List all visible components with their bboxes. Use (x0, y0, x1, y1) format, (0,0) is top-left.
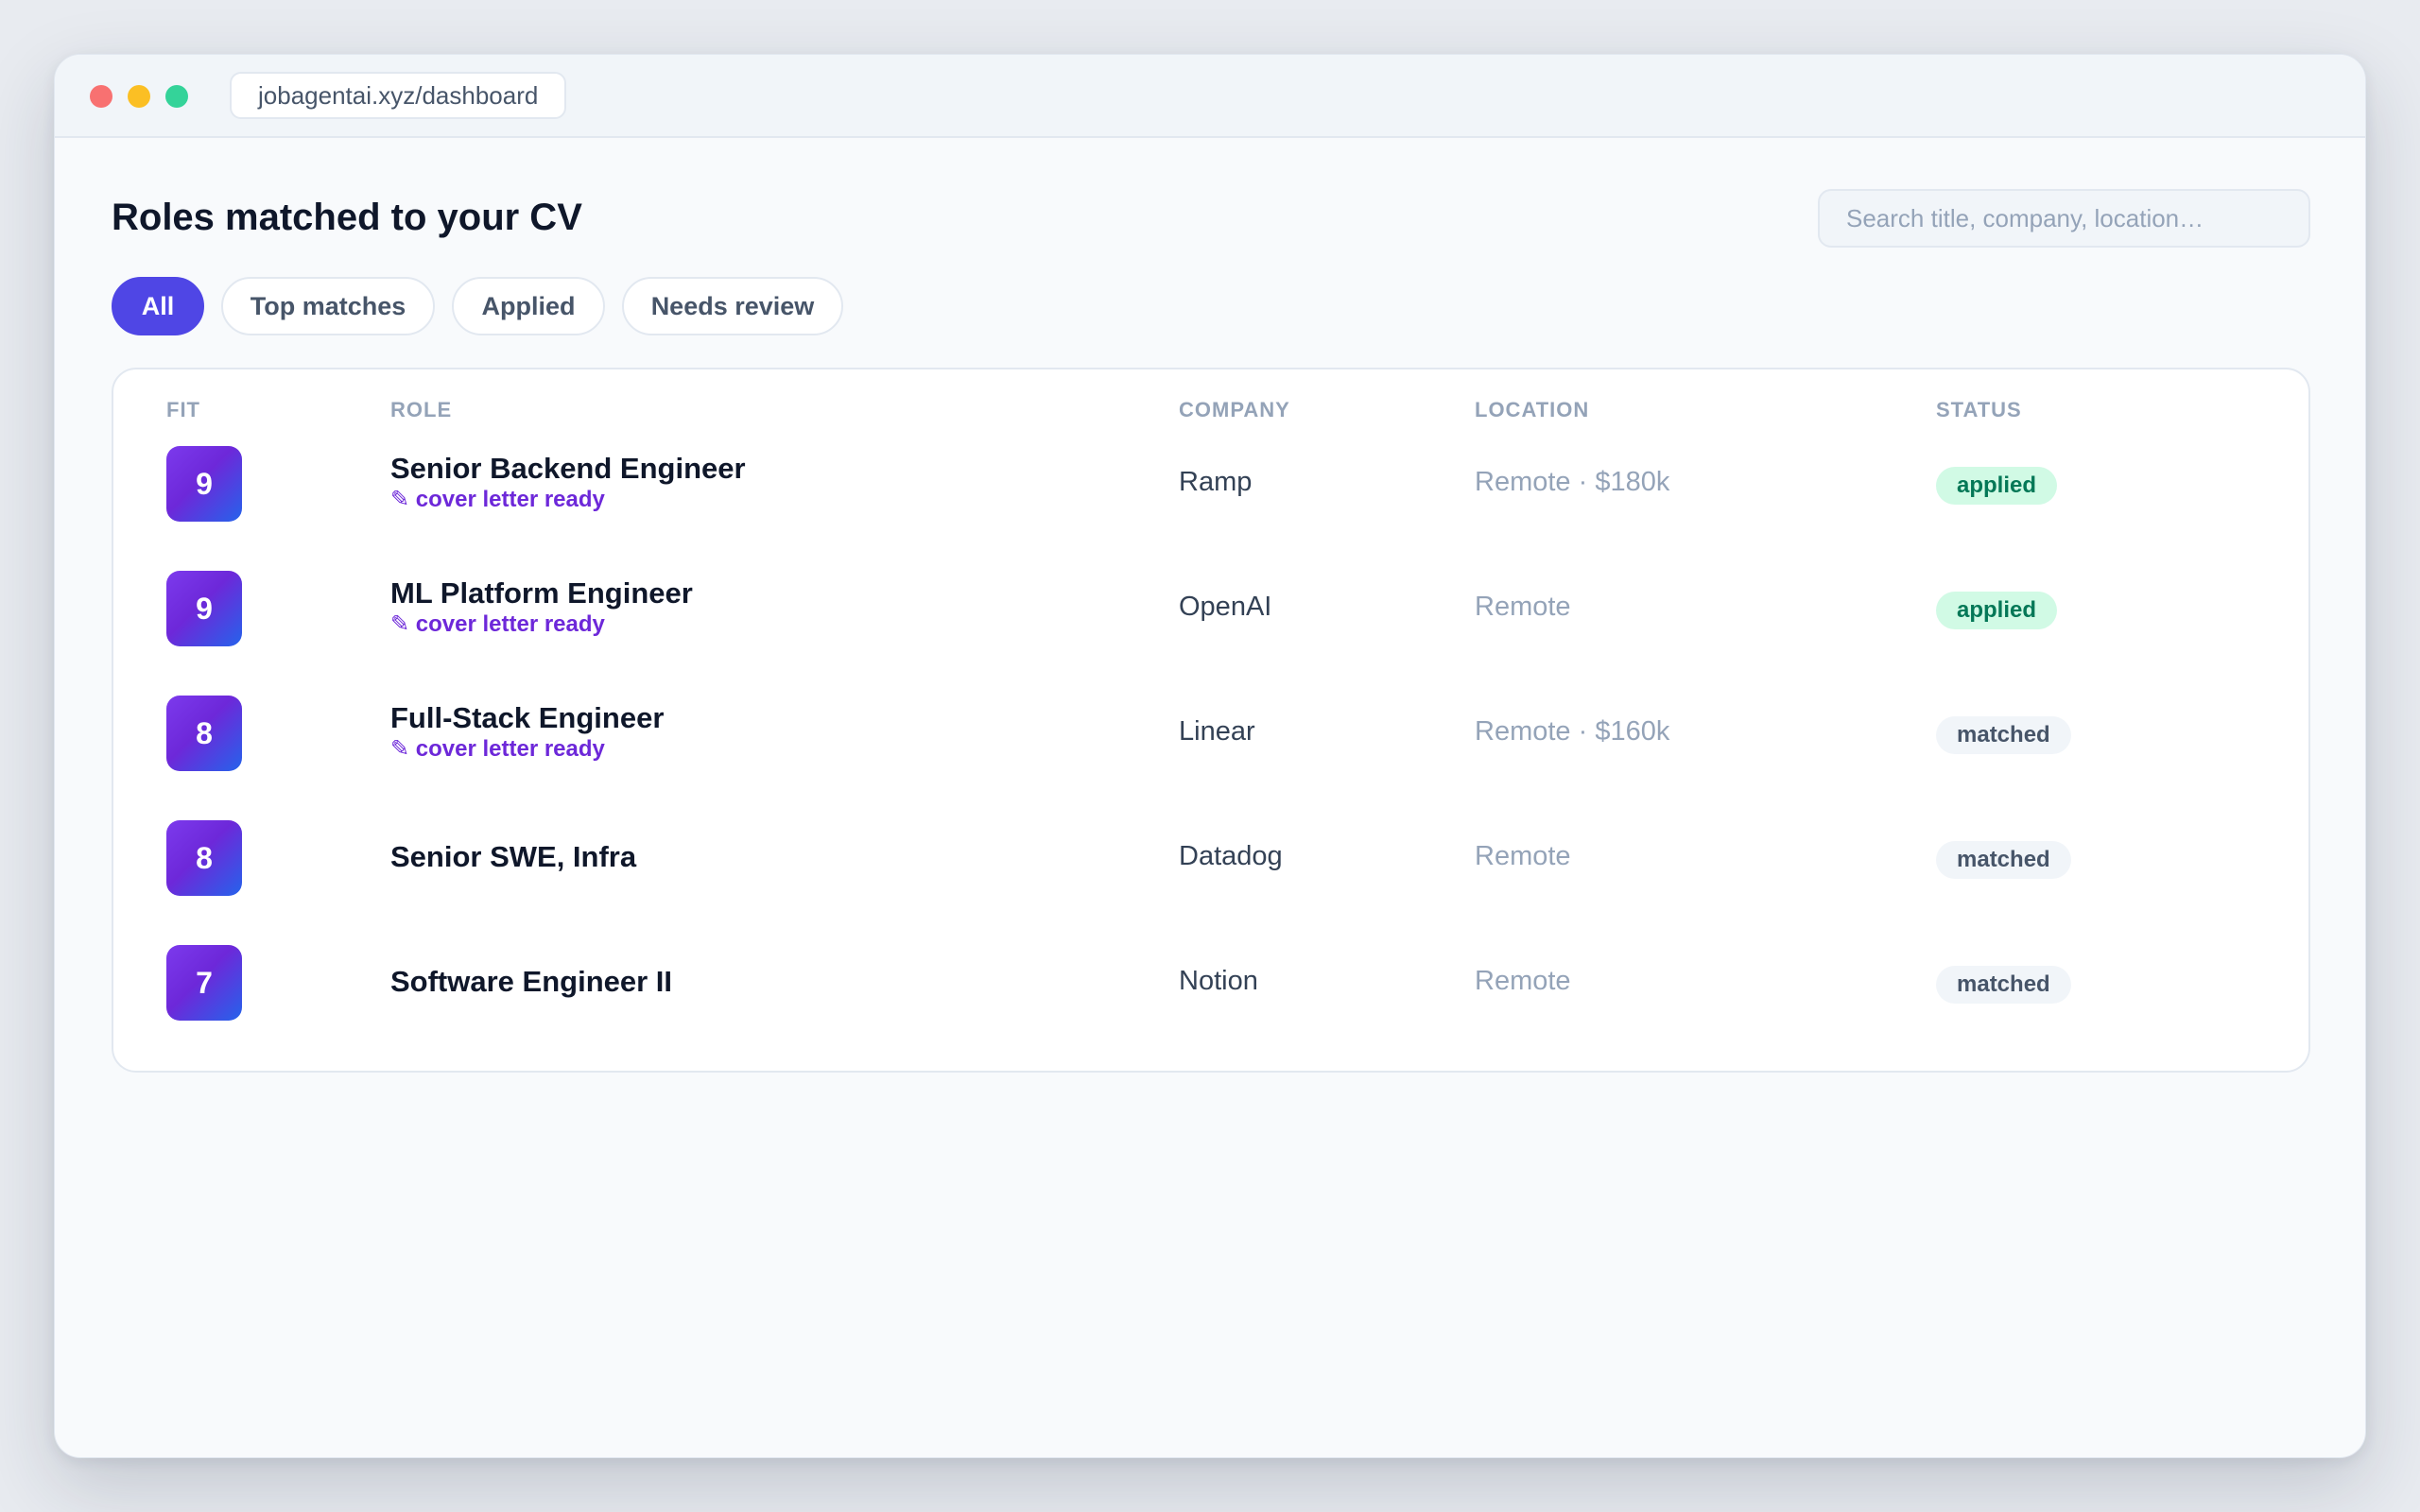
filter-chip-all[interactable]: All (112, 277, 204, 335)
company-name: OpenAI (1179, 592, 1272, 622)
company-name: Ramp (1179, 467, 1253, 497)
table-row[interactable]: 9 Senior Backend Engineer ✎ cover letter… (113, 421, 2308, 546)
title-bar: jobagentai.xyz/dashboard (55, 55, 2365, 138)
role-title[interactable]: ML Platform Engineer (390, 576, 693, 610)
role-title[interactable]: Senior Backend Engineer (390, 452, 746, 486)
minimize-window-button[interactable] (128, 85, 150, 108)
column-header-company: COMPANY (1179, 398, 1290, 421)
status-badge: matched (1936, 716, 2071, 754)
close-window-button[interactable] (90, 85, 112, 108)
role-title[interactable]: Full-Stack Engineer (390, 701, 664, 735)
browser-window: jobagentai.xyz/dashboard Roles matched t… (54, 54, 2366, 1458)
maximize-window-button[interactable] (165, 85, 188, 108)
location-text: Remote (1475, 966, 1571, 996)
column-header-role: ROLE (390, 398, 453, 421)
filter-chip-needs-review[interactable]: Needs review (622, 277, 843, 335)
column-header-status: STATUS (1936, 398, 2022, 421)
table-row[interactable]: 9 ML Platform Engineer ✎ cover letter re… (113, 546, 2308, 671)
status-badge: matched (1936, 966, 2071, 1004)
fit-score-badge: 9 (166, 446, 242, 522)
cover-letter-note: ✎ cover letter ready (390, 487, 605, 512)
cover-letter-note: ✎ cover letter ready (390, 736, 605, 762)
fit-score-badge: 8 (166, 820, 242, 896)
company-name: Notion (1179, 966, 1258, 996)
address-bar[interactable]: jobagentai.xyz/dashboard (230, 72, 567, 119)
table-row[interactable]: 8 Full-Stack Engineer ✎ cover letter rea… (113, 671, 2308, 796)
page-title: Roles matched to your CV (112, 197, 582, 238)
location-text: Remote (1475, 841, 1571, 871)
column-header-location: LOCATION (1475, 398, 1590, 421)
status-badge: matched (1936, 841, 2071, 879)
company-name: Linear (1179, 716, 1255, 747)
location-text: Remote (1475, 592, 1571, 622)
fit-score-badge: 8 (166, 696, 242, 771)
role-title[interactable]: Software Engineer II (390, 965, 672, 999)
location-text: Remote · $180k (1475, 467, 1670, 497)
cover-letter-note: ✎ cover letter ready (390, 611, 605, 637)
role-title[interactable]: Senior SWE, Infra (390, 840, 636, 874)
fit-score-badge: 9 (166, 571, 242, 646)
search-input[interactable] (1818, 189, 2310, 248)
status-badge: applied (1936, 467, 2058, 505)
status-badge: applied (1936, 592, 2058, 629)
table-row[interactable]: 8 Senior SWE, Infra Datadog Remote match… (113, 796, 2308, 920)
fit-score-badge: 7 (166, 945, 242, 1021)
filter-chip-top-matches[interactable]: Top matches (221, 277, 435, 335)
location-text: Remote · $160k (1475, 716, 1670, 747)
company-name: Datadog (1179, 841, 1283, 871)
roles-table: FIT ROLE COMPANY LOCATION STATUS 9 Senio… (112, 368, 2310, 1073)
column-header-fit: FIT (166, 398, 200, 421)
filter-chip-applied[interactable]: Applied (452, 277, 605, 335)
table-row[interactable]: 7 Software Engineer II Notion Remote mat… (113, 920, 2308, 1045)
